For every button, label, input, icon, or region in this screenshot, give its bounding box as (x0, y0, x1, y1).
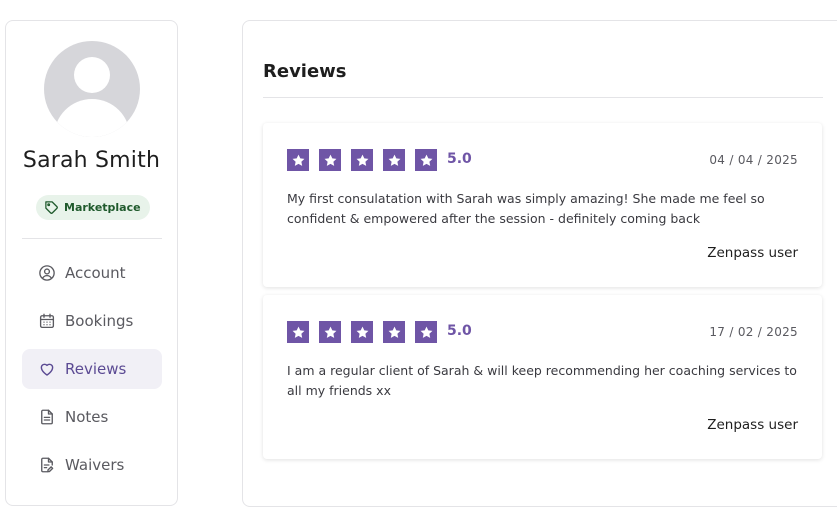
star-icon (383, 321, 405, 343)
sidebar-nav: Account Bookings Reviews Notes Waivers (22, 253, 162, 493)
sidebar-item-label: Bookings (65, 312, 134, 330)
sidebar-item-label: Reviews (65, 360, 127, 378)
document-edit-icon (41, 457, 54, 473)
review-date: 17 / 02 / 2025 (709, 325, 798, 339)
star-icon (351, 321, 373, 343)
sidebar-item-waivers[interactable]: Waivers (22, 445, 162, 485)
sidebar-divider (22, 238, 162, 239)
star-icon (415, 149, 437, 171)
profile-name: Sarah Smith (22, 148, 161, 173)
star-icon (287, 321, 309, 343)
rating-value: 5.0 (447, 151, 472, 167)
avatar (44, 41, 140, 137)
sidebar-item-bookings[interactable]: Bookings (22, 301, 162, 341)
heart-icon (40, 363, 54, 376)
sidebar-item-reviews[interactable]: Reviews (22, 349, 162, 389)
review-card: 5.0 17 / 02 / 2025 I am a regular client… (263, 295, 822, 459)
reviews-panel: Reviews 5.0 04 / 04 / 2025 My first cons… (242, 20, 837, 507)
star-icon (383, 149, 405, 171)
review-author: Zenpass user (707, 417, 798, 433)
review-card: 5.0 04 / 04 / 2025 My first consulatatio… (263, 123, 822, 287)
marketplace-badge: Marketplace (36, 195, 150, 220)
marketplace-badge-label: Marketplace (64, 201, 141, 214)
profile-sidebar: Sarah Smith Marketplace Account Bookings (5, 20, 178, 506)
star-icon (351, 149, 373, 171)
review-text: I am a regular client of Sarah & will ke… (287, 363, 797, 398)
star-rating (287, 321, 437, 343)
rating-value: 5.0 (447, 323, 472, 339)
sidebar-item-account[interactable]: Account (22, 253, 162, 293)
star-icon (319, 321, 341, 343)
sidebar-item-label: Waivers (65, 456, 125, 474)
sidebar-item-label: Account (65, 264, 126, 282)
star-icon (319, 149, 341, 171)
sidebar-item-notes[interactable]: Notes (22, 397, 162, 437)
page-title: Reviews (263, 61, 347, 82)
user-circle-icon (39, 265, 55, 281)
review-date: 04 / 04 / 2025 (709, 153, 798, 167)
star-icon (287, 149, 309, 171)
review-text: My first consulatation with Sarah was si… (287, 191, 765, 226)
tag-icon (45, 201, 58, 214)
calendar-icon (39, 313, 55, 329)
sidebar-item-label: Notes (65, 408, 109, 426)
review-author: Zenpass user (707, 245, 798, 261)
document-icon (41, 409, 53, 425)
star-rating (287, 149, 437, 171)
star-icon (415, 321, 437, 343)
title-divider (263, 97, 823, 98)
